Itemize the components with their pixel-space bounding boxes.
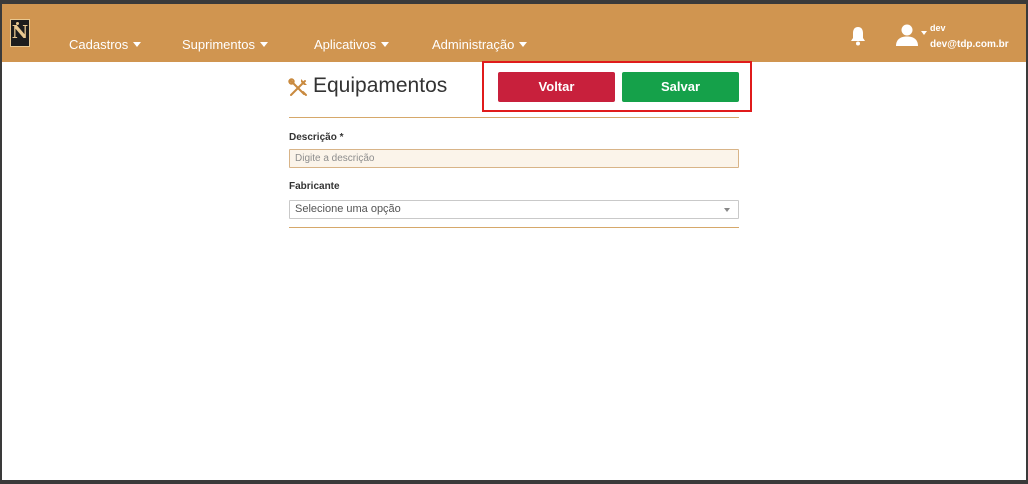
fabricante-label: Fabricante xyxy=(289,181,340,192)
header-divider xyxy=(289,117,739,118)
top-navbar: N Cadastros Suprimentos Aplicativos Admi… xyxy=(2,4,1026,62)
page-title: Equipamentos xyxy=(313,74,448,97)
caret-down-icon xyxy=(259,42,268,47)
menu-aplicativos[interactable]: Aplicativos xyxy=(314,37,390,52)
menu-cadastros[interactable]: Cadastros xyxy=(69,37,142,52)
caret-down-icon xyxy=(381,42,390,47)
form-divider xyxy=(289,227,739,228)
bell-icon[interactable] xyxy=(850,26,866,46)
fabricante-selected-value: Selecione uma opção xyxy=(295,203,401,215)
user-icon[interactable] xyxy=(895,24,919,46)
save-button[interactable]: Salvar xyxy=(622,72,739,102)
descricao-input[interactable] xyxy=(289,149,739,168)
chevron-down-icon xyxy=(724,208,730,212)
user-name: dev xyxy=(930,23,946,33)
tools-icon xyxy=(288,78,307,96)
back-button[interactable]: Voltar xyxy=(498,72,615,102)
logo-text: N xyxy=(11,22,29,43)
fabricante-select[interactable]: Selecione uma opção xyxy=(289,200,739,219)
logo-dot xyxy=(16,22,19,25)
menu-label: Suprimentos xyxy=(182,37,255,52)
menu-administracao[interactable]: Administração xyxy=(432,37,528,52)
app-logo[interactable]: N xyxy=(10,19,30,47)
descricao-label: Descrição * xyxy=(289,132,344,143)
caret-down-icon xyxy=(133,42,142,47)
menu-label: Administração xyxy=(432,37,515,52)
caret-down-icon[interactable] xyxy=(921,31,927,35)
app-window: N Cadastros Suprimentos Aplicativos Admi… xyxy=(2,4,1026,480)
caret-down-icon xyxy=(519,42,528,47)
menu-label: Aplicativos xyxy=(314,37,377,52)
menu-label: Cadastros xyxy=(69,37,129,52)
user-email: dev@tdp.com.br xyxy=(930,39,1009,50)
menu-suprimentos[interactable]: Suprimentos xyxy=(182,37,268,52)
